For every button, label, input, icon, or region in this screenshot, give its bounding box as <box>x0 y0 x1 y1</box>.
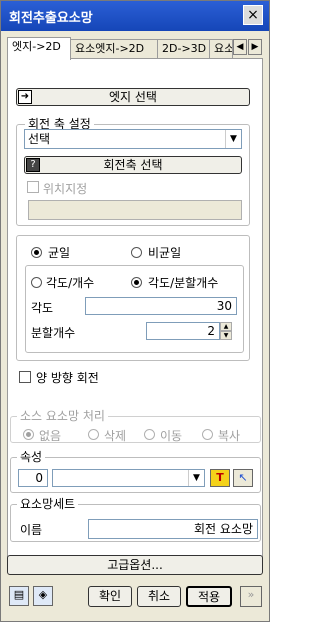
edge-select-label: 엣지 선택 <box>109 90 157 104</box>
axis-select-button[interactable]: ? 회전축 선택 <box>24 156 242 174</box>
source-move-radio[interactable] <box>144 429 155 440</box>
chevron-down-icon: ▼ <box>188 470 204 486</box>
rotation-axis-select-value: 선택 <box>28 132 51 146</box>
property-title: 속성 <box>17 450 46 464</box>
nonuniform-label: 비균일 <box>148 246 182 260</box>
nonuniform-radio[interactable] <box>131 247 142 258</box>
tab-bar: 엣지->2D 요소엣지->2D 2D->3D 요소 ◀ ▶ <box>7 37 263 60</box>
uniform-label: 균일 <box>48 246 71 260</box>
angle-field[interactable]: 30 <box>85 297 237 315</box>
edge-select-button[interactable]: ➜ 엣지 선택 <box>16 88 250 106</box>
tab-edge-2d[interactable]: 엣지->2D <box>7 37 71 60</box>
help-icon: ? <box>26 158 40 172</box>
advanced-options-button[interactable]: 고급옵션... <box>7 555 263 575</box>
cursor-icon[interactable]: ↖ <box>233 469 253 487</box>
chevron-down-icon: ▼ <box>225 130 241 148</box>
mesh-set-title: 요소망세트 <box>17 497 79 511</box>
ok-button[interactable]: 확인 <box>88 586 132 607</box>
source-delete-radio[interactable] <box>88 429 99 440</box>
source-none-radio[interactable] <box>23 429 34 440</box>
source-move-label: 이동 <box>160 429 183 443</box>
angle-count-radio[interactable] <box>31 277 42 288</box>
dialog-window: 회전추출요소망 × 엣지->2D 요소엣지->2D 2D->3D 요소 ◀ ▶ … <box>0 0 270 622</box>
apply-button[interactable]: 적용 <box>186 586 232 607</box>
tab-scroll-left-icon[interactable]: ◀ <box>233 39 247 55</box>
close-icon[interactable]: × <box>243 5 263 25</box>
division-count-field[interactable]: 2 <box>146 322 220 340</box>
source-copy-label: 복사 <box>218 429 241 443</box>
title-bar: 회전추출요소망 × <box>1 1 269 31</box>
axis-select-label: 회전축 선택 <box>103 158 163 172</box>
spin-down-icon[interactable]: ▼ <box>220 331 232 340</box>
spin-up-icon[interactable]: ▲ <box>220 322 232 331</box>
mesh-name-field[interactable]: 회전 요소망 <box>88 519 258 539</box>
tab-2d-3d[interactable]: 2D->3D <box>157 39 210 59</box>
eraser-icon[interactable]: ◈ <box>33 586 53 606</box>
source-none-label: 없음 <box>39 429 62 443</box>
division-count-label: 분할개수 <box>31 326 76 340</box>
bidirectional-checkbox[interactable] <box>19 371 31 383</box>
uniform-radio[interactable] <box>31 247 42 258</box>
property-select[interactable]: ▼ <box>52 469 205 487</box>
arrow-icon: ➜ <box>18 90 32 104</box>
angle-count-label: 각도/개수 <box>46 276 95 290</box>
tab-element-edge-2d[interactable]: 요소엣지->2D <box>70 39 158 59</box>
source-copy-radio[interactable] <box>202 429 213 440</box>
property-color-icon[interactable]: T <box>210 469 230 487</box>
tab-panel: ➜ 엣지 선택 회전 축 설정 선택 ▼ ? 회전축 선택 위치지정 균일 비균… <box>7 58 263 562</box>
angle-divisions-label: 각도/분할개수 <box>148 276 219 290</box>
bidirectional-label: 양 방향 회전 <box>36 371 99 385</box>
position-checkbox[interactable] <box>27 181 39 193</box>
position-checkbox-label: 위치지정 <box>43 182 88 196</box>
properties-icon[interactable]: ▤ <box>9 586 29 606</box>
angle-divisions-radio[interactable] <box>131 277 142 288</box>
property-number-field[interactable]: 0 <box>18 469 48 487</box>
cancel-button[interactable]: 취소 <box>137 586 181 607</box>
mesh-name-label: 이름 <box>20 523 43 537</box>
window-title: 회전추출요소망 <box>9 11 93 26</box>
source-mesh-title: 소스 요소망 처리 <box>17 409 108 423</box>
angle-label: 각도 <box>31 301 54 315</box>
source-delete-label: 삭제 <box>104 429 127 443</box>
more-icon[interactable]: » <box>240 586 262 607</box>
tab-element[interactable]: 요소 <box>209 39 233 59</box>
position-field[interactable] <box>28 200 242 220</box>
tab-scroll-right-icon[interactable]: ▶ <box>248 39 262 55</box>
rotation-axis-select[interactable]: 선택 ▼ <box>24 129 242 149</box>
